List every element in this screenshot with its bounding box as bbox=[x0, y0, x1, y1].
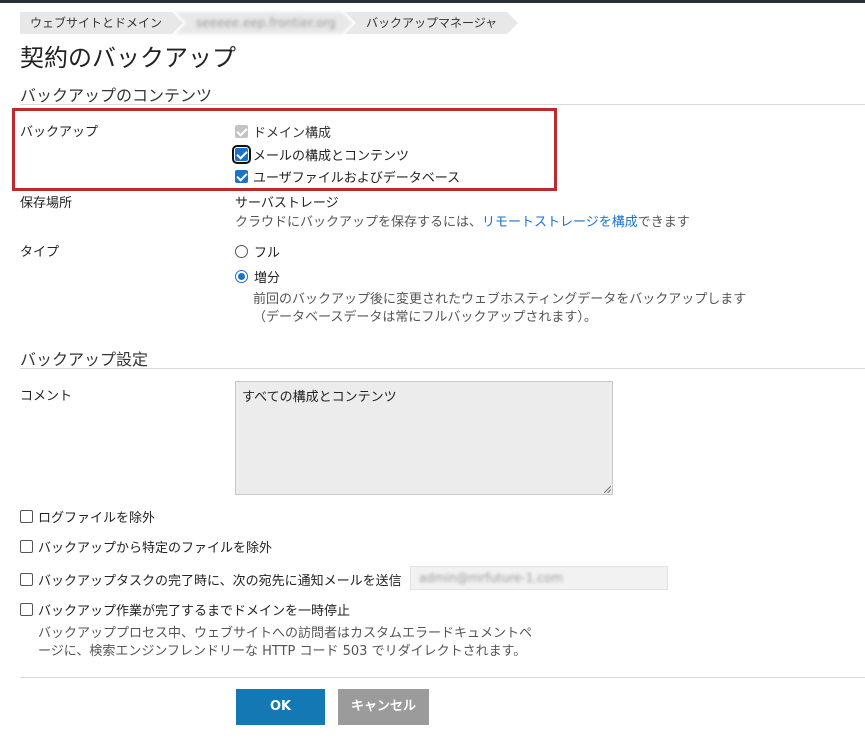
comment-label: コメント bbox=[20, 389, 73, 404]
storage-hint-prefix: クラウドにバックアップを保存するには、 bbox=[235, 215, 483, 230]
exclude-logs-checkbox[interactable] bbox=[20, 510, 33, 523]
breadcrumb-item-websites-domains[interactable]: ウェブサイトとドメイン bbox=[20, 12, 184, 34]
full-radio-label[interactable]: フル bbox=[254, 242, 280, 261]
type-option-incremental[interactable]: 増分 bbox=[235, 267, 280, 286]
suspend-hint-line-2: ージに、検索エンジンフレンドリーな HTTP コード 503 でリダイレクトされ… bbox=[38, 644, 527, 659]
storage-label: 保存場所 bbox=[20, 196, 73, 211]
storage-hint: クラウドにバックアップを保存するには、リモートストレージを構成できます bbox=[235, 211, 690, 230]
exclude-logs-label[interactable]: ログファイルを除外 bbox=[38, 507, 155, 526]
incremental-radio[interactable] bbox=[235, 270, 248, 283]
section-divider bbox=[20, 368, 865, 369]
suspend-hint-line-1: バックアッププロセス中、ウェブサイトへの訪問者はカスタムエラードキュメントペ bbox=[38, 626, 533, 641]
option-domain-config: ドメイン構成 bbox=[235, 122, 331, 141]
incremental-radio-label[interactable]: 増分 bbox=[254, 267, 280, 286]
option-user-files-db[interactable]: ユーザファイルおよびデータベース bbox=[235, 167, 460, 186]
ok-button[interactable]: OK bbox=[236, 689, 325, 725]
exclude-files-row[interactable]: バックアップから特定のファイルを除外 bbox=[20, 537, 272, 556]
full-radio[interactable] bbox=[235, 245, 248, 258]
contents-section-title: バックアップのコンテンツ bbox=[20, 86, 213, 105]
type-hint-line-2: （データベースデータは常にフルバックアップされます）。 bbox=[253, 310, 597, 325]
suspend-row[interactable]: バックアップ作業が完了するまでドメインを一時停止 bbox=[20, 600, 350, 619]
footer-divider bbox=[20, 677, 865, 678]
user-files-db-checkbox[interactable] bbox=[235, 170, 248, 183]
exclude-files-checkbox[interactable] bbox=[20, 540, 33, 553]
type-option-full[interactable]: フル bbox=[235, 242, 280, 261]
type-label: タイプ bbox=[20, 245, 60, 260]
storage-hint-suffix: できます bbox=[637, 215, 690, 230]
settings-section-title: バックアップ設定 bbox=[20, 350, 149, 369]
suspend-checkbox[interactable] bbox=[20, 603, 33, 616]
notify-email-value: admin@mrfuture-1.com bbox=[419, 571, 563, 585]
section-divider bbox=[20, 104, 865, 105]
storage-value: サーバストレージ bbox=[235, 196, 339, 211]
domain-config-checkbox bbox=[235, 125, 248, 138]
remote-storage-link[interactable]: リモートストレージを構成 bbox=[482, 215, 638, 230]
backup-label: バックアップ bbox=[20, 125, 99, 140]
breadcrumb-item-backup-manager[interactable]: バックアップマネージャ bbox=[345, 12, 519, 34]
user-files-db-label[interactable]: ユーザファイルおよびデータベース bbox=[253, 167, 460, 186]
suspend-label[interactable]: バックアップ作業が完了するまでドメインを一時停止 bbox=[38, 600, 350, 619]
exclude-logs-row[interactable]: ログファイルを除外 bbox=[20, 507, 155, 526]
type-hint-line-1: 前回のバックアップ後に変更されたウェブホスティングデータをバックアップします bbox=[253, 292, 747, 307]
breadcrumb-item-domain[interactable]: seeeee.eep.frontier.org bbox=[175, 12, 354, 34]
exclude-files-label[interactable]: バックアップから特定のファイルを除外 bbox=[38, 537, 272, 556]
notify-checkbox[interactable] bbox=[20, 573, 33, 586]
resize-grip-icon[interactable] bbox=[603, 485, 611, 493]
page-title: 契約のバックアップ bbox=[20, 44, 236, 72]
cancel-button[interactable]: キャンセル bbox=[338, 689, 429, 725]
mail-config-label[interactable]: メールの構成とコンテンツ bbox=[253, 145, 409, 164]
mail-config-checkbox[interactable] bbox=[232, 145, 251, 164]
option-mail-config[interactable]: メールの構成とコンテンツ bbox=[232, 145, 409, 164]
comment-textarea[interactable]: すべての構成とコンテンツ bbox=[235, 381, 613, 495]
domain-config-label: ドメイン構成 bbox=[253, 126, 332, 141]
notify-label[interactable]: バックアップタスクの完了時に、次の宛先に通知メールを送信 bbox=[38, 570, 402, 589]
breadcrumb: ウェブサイトとドメイン seeeee.eep.frontier.org バックア… bbox=[20, 12, 521, 34]
notify-email-input[interactable]: admin@mrfuture-1.com bbox=[410, 566, 668, 590]
top-bar bbox=[0, 0, 865, 3]
notify-row[interactable]: バックアップタスクの完了時に、次の宛先に通知メールを送信 bbox=[20, 570, 402, 589]
